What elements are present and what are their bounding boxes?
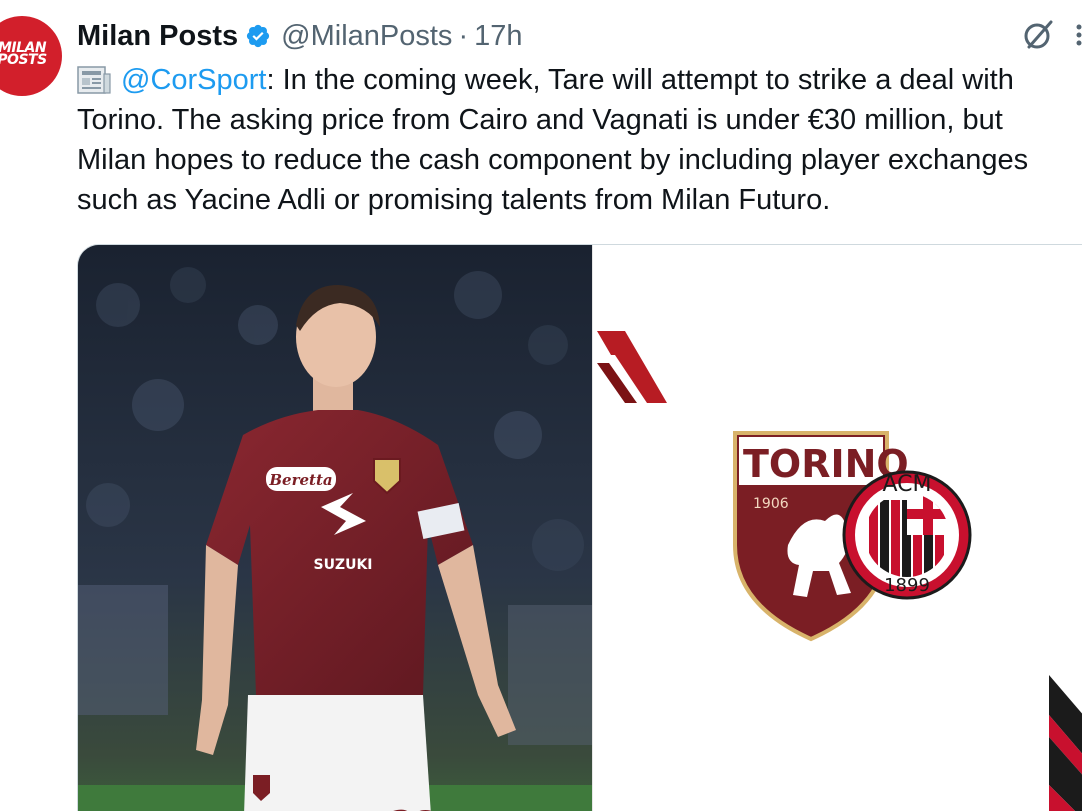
tweet-text: @CorSport: In the coming week, Tare will… — [77, 60, 1082, 220]
verified-badge-icon — [247, 24, 270, 48]
tweet-text-line: such as Yacine Adli or promising talents… — [77, 184, 831, 216]
jersey-sponsor-2: SUZUKI — [313, 557, 372, 573]
media-container[interactable]: Beretta SUZUKI 28 — [77, 244, 1082, 811]
club-crests-illustration: TORINO 1906 ACM 1899 — [596, 331, 1082, 811]
torino-logo-year: 1906 — [753, 496, 789, 512]
tweet-text-line: Milan hopes to reduce the cash component… — [77, 144, 1029, 176]
avatar-logo-text: MILAN POSTS — [0, 41, 62, 68]
player-photo-illustration: Beretta SUZUKI 28 — [78, 245, 592, 811]
tweet-text-segment: : In the coming week, Tare will attempt … — [266, 64, 1014, 96]
timestamp[interactable]: 17h — [474, 20, 522, 53]
newspaper-icon — [77, 66, 111, 94]
more-icon[interactable] — [1074, 22, 1082, 48]
tweet-text-line: @CorSport: In the coming week, Tare will… — [77, 60, 1082, 100]
display-name[interactable]: Milan Posts — [77, 20, 238, 53]
club-crests-graphic[interactable]: TORINO 1906 ACM 1899 — [591, 245, 1082, 811]
avatar[interactable]: MILAN POSTS — [0, 16, 62, 96]
grok-icon[interactable] — [1022, 18, 1056, 52]
jersey-number: 28 — [390, 804, 437, 811]
milan-logo-year: 1899 — [884, 575, 930, 596]
tweet-text-line: Torino. The asking price from Cairo and … — [77, 104, 1003, 136]
mention-link[interactable]: @CorSport — [121, 64, 266, 96]
tweet-header: Milan Posts @MilanPosts · 17h — [77, 14, 523, 58]
handle[interactable]: @MilanPosts — [281, 20, 452, 53]
separator-dot: · — [458, 19, 469, 52]
tweet[interactable]: MILAN POSTS Milan Posts @MilanPosts · 17… — [0, 0, 1082, 811]
jersey-sponsor-1: Beretta — [268, 471, 332, 489]
avatar-text-line2: POSTS — [0, 52, 47, 68]
player-photo[interactable]: Beretta SUZUKI 28 — [78, 245, 592, 811]
milan-crest: ACM 1899 — [842, 470, 971, 600]
milan-logo-text: ACM — [882, 472, 931, 497]
